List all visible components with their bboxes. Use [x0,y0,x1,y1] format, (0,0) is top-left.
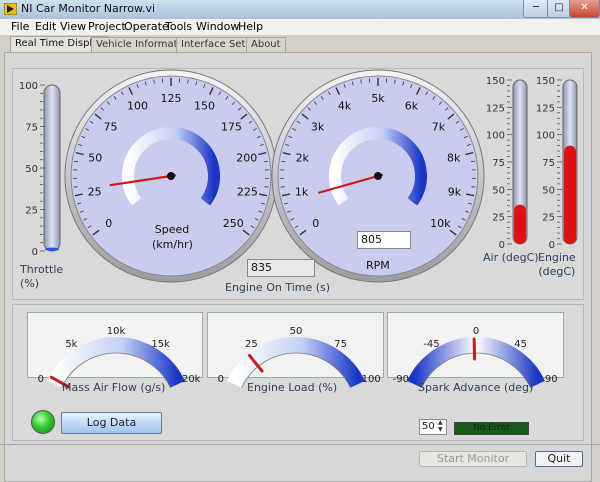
interval-spinner[interactable]: ▲▼ [438,419,445,433]
rpm-tick-label: 10k [430,217,451,230]
air-temp-tick-label: 75 [492,158,505,169]
engine-load-gauge-frame [207,312,384,378]
throttle-label: Throttle (%) [20,263,63,291]
air-temp-tick-label: 125 [486,103,505,114]
mass-air-flow-label: Mass Air Flow (g/s) [62,381,165,394]
rpm-value-display: 805 [357,231,411,249]
speed-hub [167,172,175,180]
air-temp-label: Air (degC) [483,251,539,264]
error-status-indicator: No Error [454,422,529,435]
rpm-tick-label: 9k [448,186,462,199]
air-temp-tick-label: 100 [486,131,505,142]
log-data-button[interactable]: Log Data [61,412,162,434]
rpm-tick-label: 8k [447,151,461,164]
gauges-canvas: 025507510012515017520022525001k2k3k4k5k6… [0,0,600,480]
engine-temp-tick-label: 125 [536,103,555,114]
rpm-tick-label: 2k [296,151,310,164]
throttle-tick-label: 50 [25,164,38,175]
throttle-tick-label: 25 [25,206,38,217]
divider [0,444,600,445]
air-temp-tick-label: 150 [486,76,505,87]
throttle-tube [44,85,60,251]
rpm-tick-label: 3k [311,121,325,134]
spark-advance-label: Spark Advance (deg) [418,381,533,394]
throttle-tick-label: 75 [25,123,38,134]
rpm-label: RPM [366,259,390,272]
engine-temp-tick-label: 150 [536,76,555,87]
speed-label: Speed (km/hr) [152,222,192,252]
rpm-tick-label: 7k [432,121,446,134]
rpm-hub [374,172,382,180]
rpm-tick-label: 5k [371,92,385,105]
throttle-tick-label: 0 [32,247,38,258]
rpm-tick-label: 6k [405,100,419,113]
engine-temp-tick-label: 50 [542,185,555,196]
speed-tick-label: 225 [237,186,258,199]
logging-led [31,410,55,434]
rpm-tick-label: 4k [338,100,352,113]
start-monitor-button[interactable]: Start Monitor [419,451,527,467]
speed-tick-label: 75 [104,121,118,134]
speed-tick-label: 50 [88,151,102,164]
engine-temp-tick-label: 100 [536,131,555,142]
engine-temp-label: Engine (degC) [538,251,576,279]
engine-temp-tick-label: 75 [542,158,555,169]
engine-load-label: Engine Load (%) [247,381,337,394]
air-temp-tick-label: 0 [499,240,505,251]
throttle-tick-label: 100 [19,81,38,92]
spark-advance-gauge-frame [387,312,564,378]
rpm-tick-label: 0 [312,217,319,230]
speed-tick-label: 200 [236,151,257,164]
air-temp-tick-label: 50 [492,185,505,196]
speed-tick-label: 125 [161,92,182,105]
speed-tick-label: 0 [105,217,112,230]
speed-tick-label: 25 [88,186,102,199]
mass-air-flow-gauge-frame [27,312,203,378]
engine-on-time-display: 835 [247,259,315,277]
rpm-tick-label: 1k [295,186,309,199]
air-temp-tick-label: 25 [492,213,505,224]
engine-temp-tick-label: 0 [549,240,555,251]
engine-temp-fill [564,146,576,244]
engine-on-time-label: Engine On Time (s) [225,281,330,294]
speed-tick-label: 150 [194,100,215,113]
speed-tick-label: 175 [221,121,242,134]
air-temp-fill [514,205,526,244]
throttle-fill [45,248,59,251]
engine-temp-tick-label: 25 [542,213,555,224]
quit-button[interactable]: Quit [535,451,583,467]
speed-tick-label: 100 [127,100,148,113]
speed-tick-label: 250 [223,217,244,230]
